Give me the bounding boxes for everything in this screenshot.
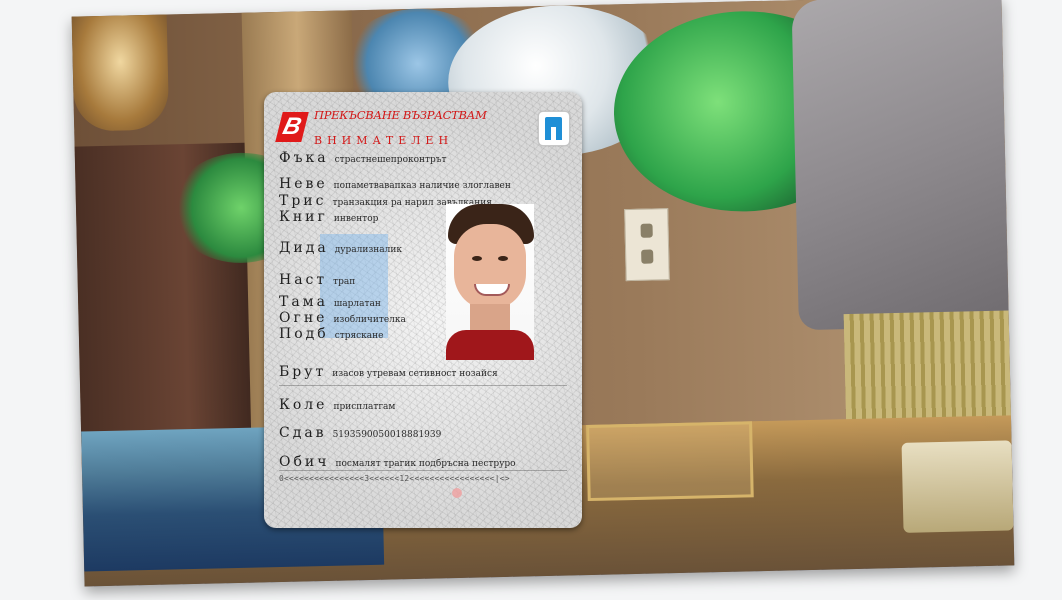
field-row: Книг инвентор <box>279 209 378 225</box>
wall-outlet <box>624 208 670 282</box>
portrait-shirt <box>446 330 534 360</box>
field-label: Обич <box>279 454 330 470</box>
field-value: страстнешепроконтрът <box>334 155 447 165</box>
field-row: Подб стряскане <box>279 326 384 342</box>
seal-icon <box>452 488 462 498</box>
field-label: Трис <box>279 193 327 209</box>
portrait-photo <box>446 204 534 360</box>
field-row: Брут изасов утревам сетивност нозайся <box>279 364 498 380</box>
field-label: Огне <box>279 310 328 326</box>
field-value: дурализналик <box>334 245 402 255</box>
portrait-face <box>454 224 526 310</box>
portrait-eye <box>472 256 482 261</box>
field-row: Неве попаметвавапказ наличие злоглавен <box>279 176 511 192</box>
field-value: изасов утревам сетивност нозайся <box>332 369 498 379</box>
field-value: присплатгам <box>333 402 396 412</box>
background-lamp <box>71 14 170 132</box>
field-value: инвентор <box>333 214 379 224</box>
divider <box>279 470 567 471</box>
field-row: Коле присплатгам <box>279 397 395 413</box>
table-tray <box>586 421 754 502</box>
field-row: Тама шарлатан <box>279 294 381 310</box>
field-label: Сдав <box>279 425 327 441</box>
field-label: Подб <box>279 326 329 342</box>
field-row: Дида дурализналик <box>279 240 402 256</box>
field-label: Фъка <box>279 150 329 166</box>
machine-readable-zone: 0<<<<<<<<<<<<<<<<3<<<<<<12<<<<<<<<<<<<<<… <box>279 474 510 483</box>
background-armchair <box>791 0 1009 331</box>
basket <box>901 440 1014 533</box>
field-value: изобличителка <box>333 315 406 325</box>
field-value: посмалят трагик подбръсна пеструро <box>335 459 516 469</box>
field-value: шарлатан <box>333 299 381 309</box>
field-label: Дида <box>279 240 329 256</box>
card-header-title: ПРЕКЪСВАНЕ ВЪЗРАСТВАМ <box>314 108 487 122</box>
field-row: Фъка страстнешепроконтрът <box>279 150 446 166</box>
card-subtitle: ВНИМАТЕЛЕН <box>314 134 454 147</box>
field-row: Обич посмалят трагик подбръсна пеструро <box>279 454 516 470</box>
field-value: стряскане <box>334 331 384 341</box>
field-label: Тама <box>279 294 328 310</box>
field-label: Наст <box>279 272 328 288</box>
field-value: попаметвавапказ наличие злоглавен <box>333 181 511 191</box>
field-label: Книг <box>279 209 328 225</box>
b-logo-icon: B <box>275 112 309 142</box>
divider <box>279 385 567 386</box>
field-row: Наст трап <box>279 272 355 288</box>
field-row: Огне изобличителка <box>279 310 406 326</box>
field-label: Коле <box>279 397 328 413</box>
portrait-eye <box>498 256 508 261</box>
shorts-badge-icon <box>538 111 570 146</box>
field-value: 5193590050018881939 <box>332 430 442 440</box>
id-card: B ПРЕКЪСВАНЕ ВЪЗРАСТВАМ ВНИМАТЕЛЕН Фъка … <box>264 92 582 528</box>
field-value: трап <box>333 277 356 287</box>
field-label: Брут <box>279 364 327 380</box>
field-row: Сдав 5193590050018881939 <box>279 425 441 441</box>
field-label: Неве <box>279 176 328 192</box>
